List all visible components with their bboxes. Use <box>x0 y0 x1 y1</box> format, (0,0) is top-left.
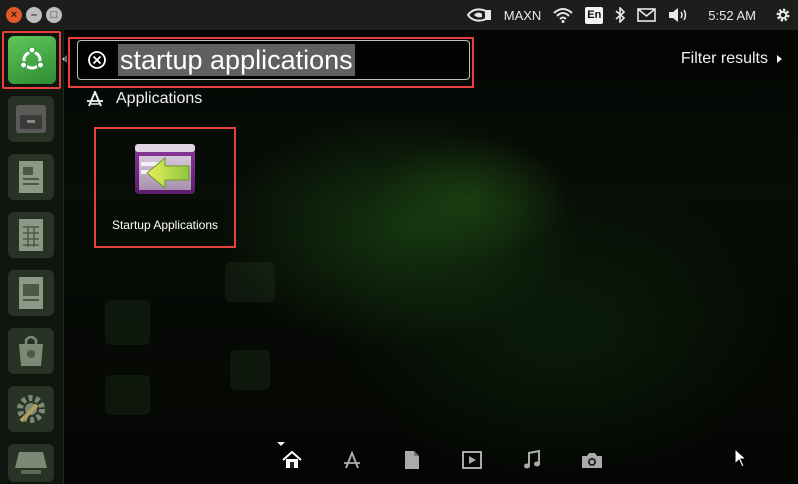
keyboard-layout-indicator[interactable]: En <box>585 6 604 24</box>
category-label: Applications <box>116 90 203 107</box>
video-lens-icon[interactable] <box>442 440 502 480</box>
category-header-applications: Applications <box>86 88 202 110</box>
launcher-item-writer[interactable] <box>8 154 54 200</box>
startup-applications-icon <box>135 144 195 194</box>
applications-category-icon <box>87 91 103 107</box>
launcher-item-impress[interactable] <box>8 270 54 316</box>
files-lens-icon[interactable] <box>382 440 442 480</box>
indicator-area: MAXN En 5:52 AM <box>466 0 792 30</box>
triangle-right-icon <box>777 55 782 63</box>
nvidia-icon[interactable] <box>466 7 492 23</box>
mouse-pointer-icon <box>734 448 748 468</box>
dash-home-tile <box>7 36 56 84</box>
power-mode-label[interactable]: MAXN <box>504 8 542 23</box>
clock[interactable]: 5:52 AM <box>708 8 756 23</box>
filter-results-label: Filter results <box>680 50 768 67</box>
filter-results-button[interactable]: Filter results <box>681 50 782 68</box>
minimize-window-button[interactable]: – <box>26 7 42 23</box>
top-panel: × – □ MAXN En 5:52 AM <box>0 0 798 30</box>
search-input[interactable]: startup applications <box>77 40 470 80</box>
wifi-icon[interactable] <box>553 7 573 23</box>
photo-lens-icon[interactable] <box>562 440 622 480</box>
shopping-bag-icon <box>19 335 43 366</box>
music-lens-icon[interactable] <box>502 440 562 480</box>
clear-search-icon[interactable] <box>86 49 108 71</box>
launcher-item-workspace-switcher[interactable] <box>8 444 54 482</box>
document-icon <box>19 161 43 193</box>
ubuntu-logo-icon <box>19 46 44 70</box>
workspace-icon <box>15 452 47 474</box>
file-cabinet-icon <box>16 105 46 133</box>
launcher-item-system-settings[interactable] <box>8 386 54 432</box>
spreadsheet-icon <box>19 219 43 251</box>
gears-icon <box>17 395 45 423</box>
result-label: Startup Applications <box>111 218 219 232</box>
maximize-window-button[interactable]: □ <box>46 7 62 23</box>
lens-bar <box>262 440 622 480</box>
launcher-item-software-center[interactable] <box>8 328 54 374</box>
close-window-button[interactable]: × <box>6 7 22 23</box>
search-query-text[interactable]: startup applications <box>118 44 355 76</box>
applications-lens-icon[interactable] <box>322 440 382 480</box>
dash-home-button[interactable] <box>2 31 61 89</box>
launcher-item-calc[interactable] <box>8 212 54 258</box>
launcher-item-files[interactable] <box>8 96 54 142</box>
home-lens-icon[interactable] <box>262 440 322 480</box>
result-startup-applications[interactable]: Startup Applications <box>94 127 236 248</box>
launcher <box>0 30 64 484</box>
volume-icon[interactable] <box>668 7 688 23</box>
presentation-icon <box>19 277 43 309</box>
mail-icon[interactable] <box>637 8 657 22</box>
bluetooth-icon[interactable] <box>615 7 626 23</box>
gear-icon[interactable] <box>774 6 792 24</box>
window-controls: × – □ <box>6 7 62 23</box>
